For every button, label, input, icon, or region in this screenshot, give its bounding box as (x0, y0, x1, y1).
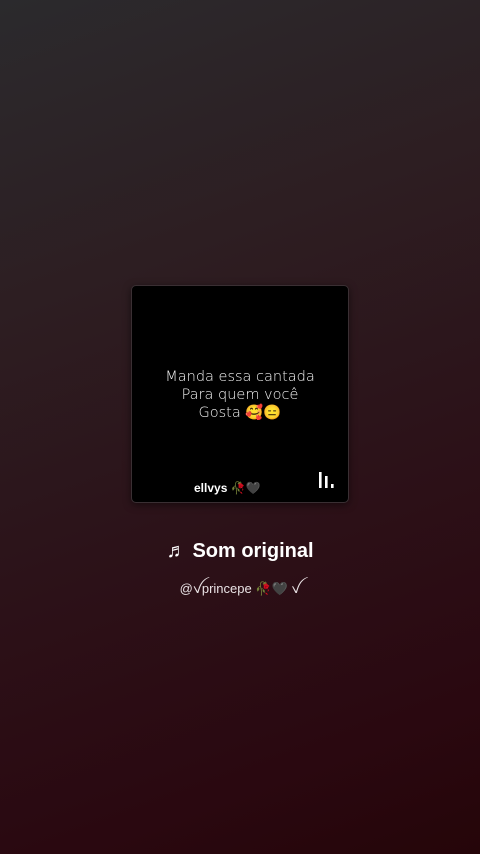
audio-title: ♬ Som original (0, 540, 480, 563)
caption-line: Para quem você (181, 387, 299, 403)
caption-line: Manda essa cantada (165, 369, 315, 385)
music-note-icon: ♬ (166, 540, 187, 562)
audio-title-text: Som original (192, 540, 314, 562)
caption-line: Gosta 🥰😑 (198, 405, 282, 421)
cover-author: ellvys 🥀🖤 (194, 481, 261, 495)
audio-cover-card[interactable]: Manda essa cantada Para quem você Gosta … (131, 285, 349, 503)
audio-bars-icon (319, 472, 334, 488)
cover-caption: Manda essa cantada Para quem você Gosta … (132, 368, 348, 422)
audio-username[interactable]: @ꪜprincepe 🥀🖤 ꪜ (0, 577, 480, 604)
